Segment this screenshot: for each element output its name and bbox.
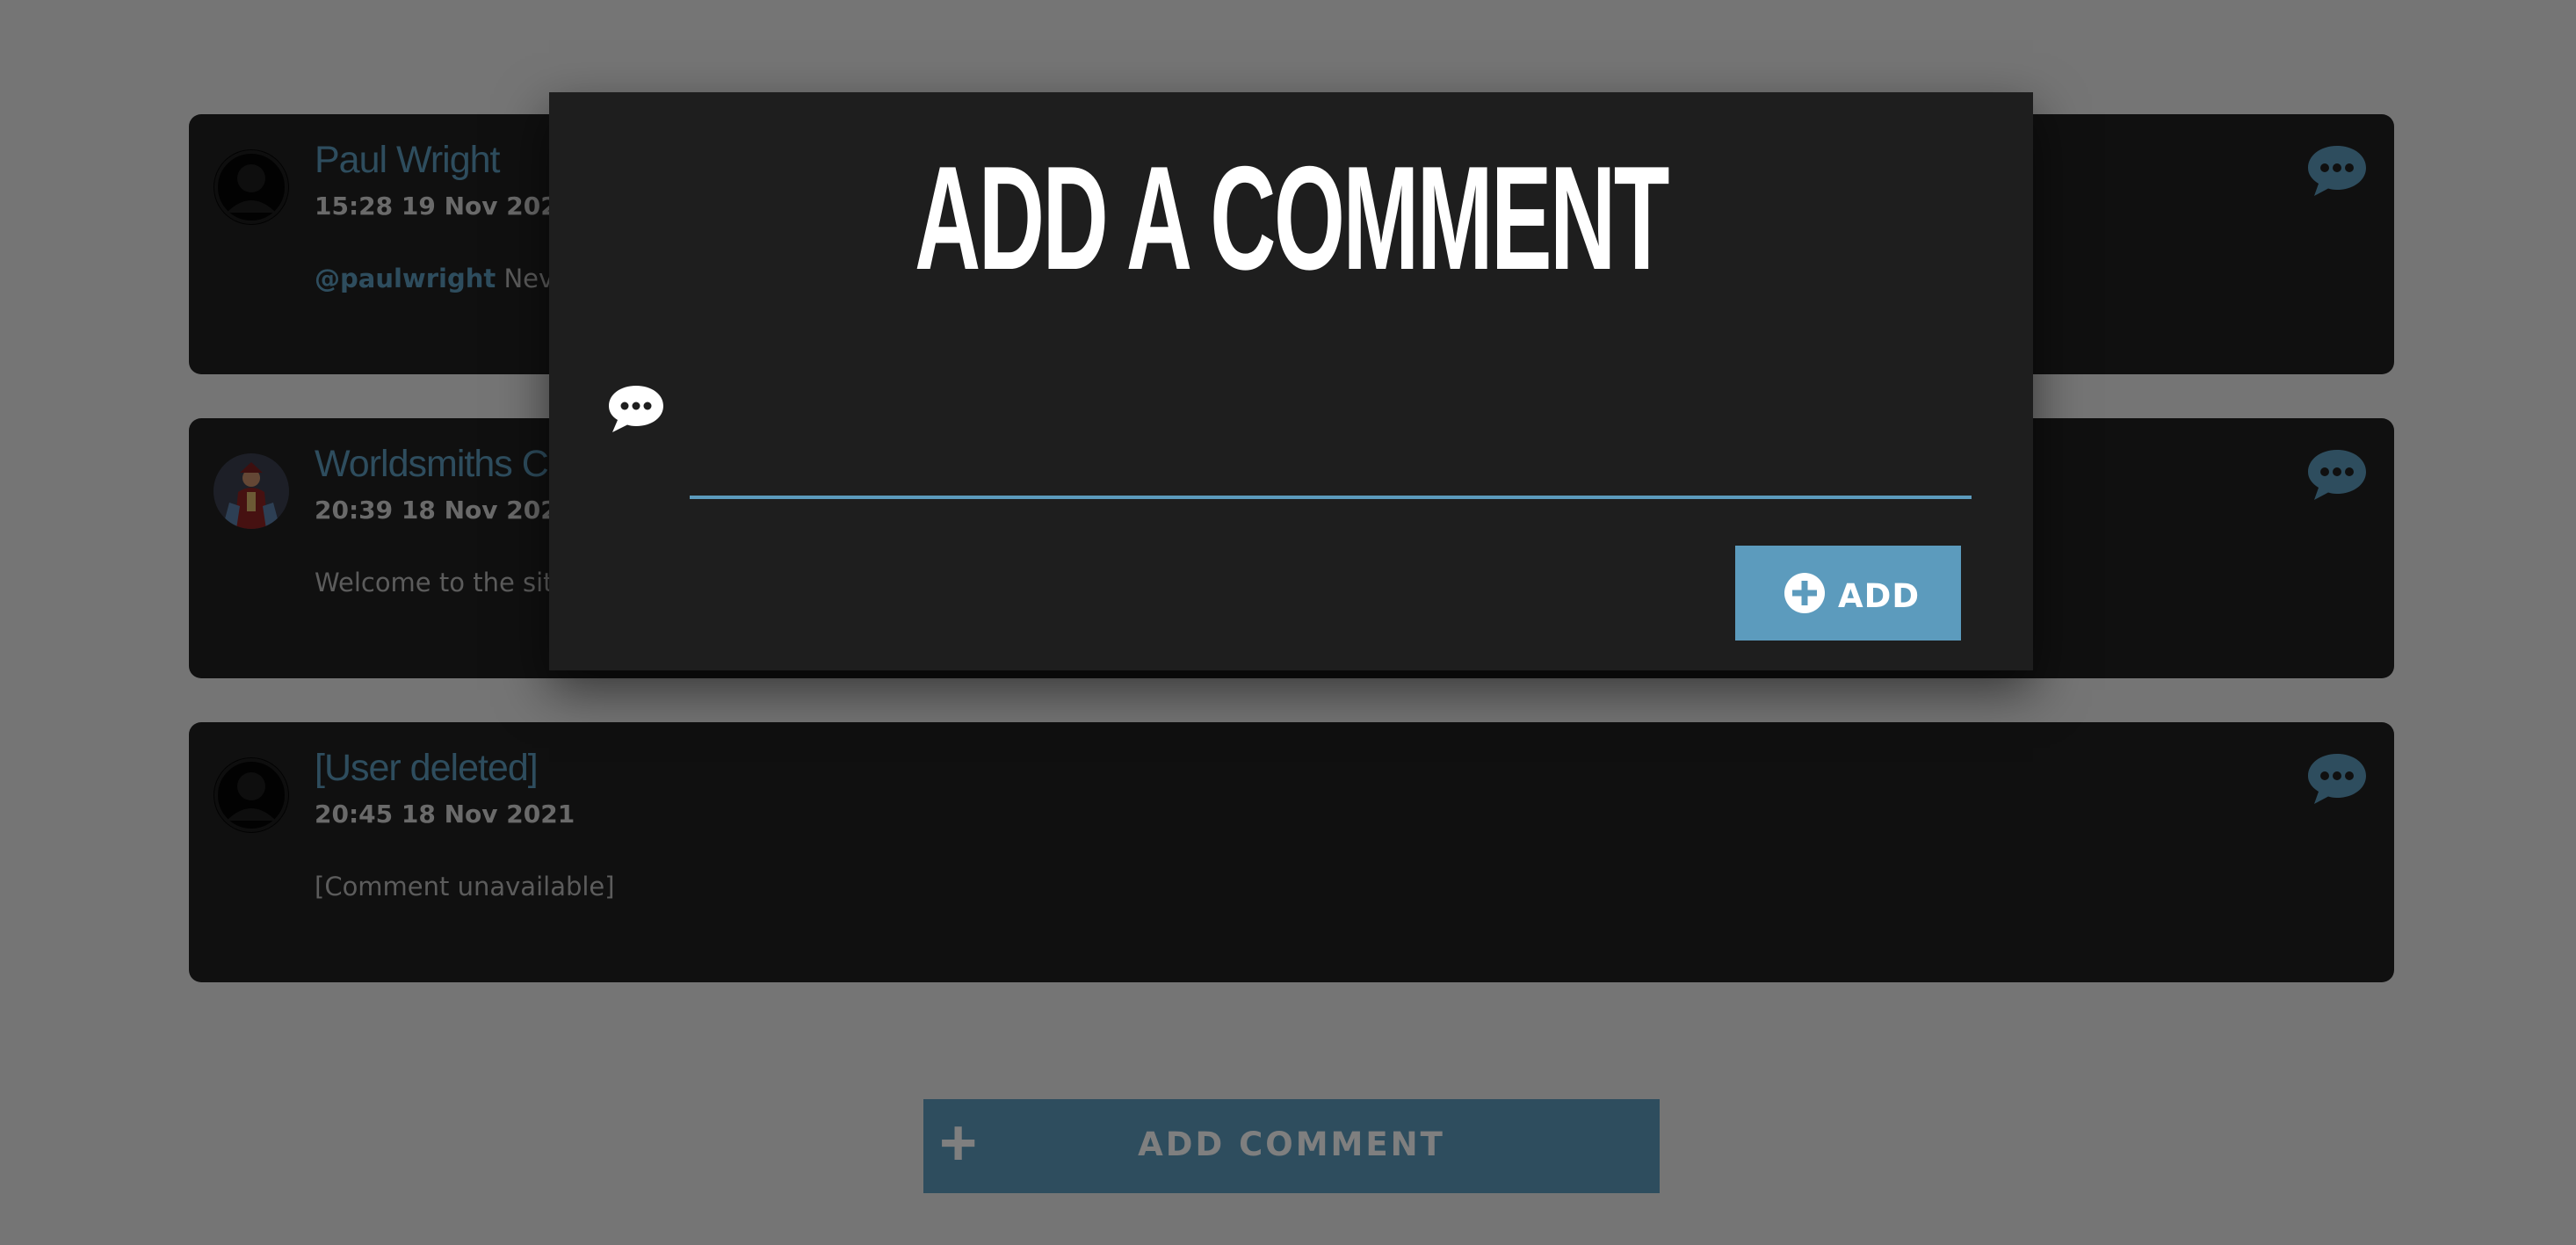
add-button-label: ADD xyxy=(1838,577,1921,615)
plus-circle-icon xyxy=(1784,573,1825,613)
add-comment-modal: ADD A COMMENT ADD xyxy=(549,92,2033,670)
speech-bubble-icon xyxy=(609,386,663,432)
add-button[interactable]: ADD xyxy=(1735,546,1961,641)
comment-input[interactable] xyxy=(690,438,1972,499)
modal-title: ADD A COMMENT xyxy=(915,135,1669,300)
